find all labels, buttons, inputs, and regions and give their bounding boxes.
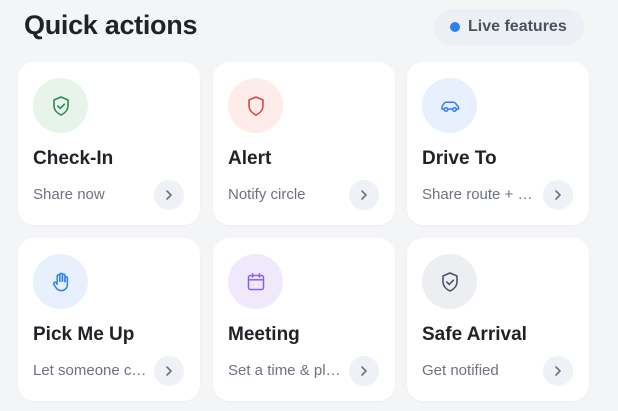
card-subtitle: Get notified — [422, 362, 499, 379]
card-subtitle: Share now — [33, 186, 105, 203]
meeting-icon-circle — [228, 254, 283, 309]
card-title: Safe Arrival — [422, 324, 527, 345]
card-title: Check-In — [33, 148, 114, 169]
live-indicator-dot — [450, 22, 460, 32]
action-card-safe-arrival[interactable]: Safe Arrival Get notified — [407, 238, 589, 401]
action-card-check-in[interactable]: Check-In Share now — [18, 62, 200, 225]
card-title: Meeting — [228, 324, 300, 345]
chevron-right-button[interactable] — [543, 356, 573, 386]
chevron-right-icon — [555, 190, 561, 200]
chevron-right-icon — [361, 190, 367, 200]
quick-actions-header: Quick actions Live features — [0, 0, 618, 56]
chevron-right-button[interactable] — [154, 180, 184, 210]
action-card-pick-me-up[interactable]: Pick Me Up Let someone come to you — [18, 238, 200, 401]
hand-icon — [52, 272, 68, 291]
check-in-icon-circle — [33, 78, 88, 133]
pick-me-up-icon-circle — [33, 254, 88, 309]
calendar-icon — [247, 272, 264, 290]
chevron-right-icon — [361, 366, 367, 376]
chevron-right-icon — [166, 366, 172, 376]
card-subtitle: Share route + ETA — [422, 186, 542, 203]
action-card-meeting[interactable]: Meeting Set a time & place — [213, 238, 395, 401]
card-subtitle: Notify circle — [228, 186, 306, 203]
action-card-alert[interactable]: Alert Notify circle — [213, 62, 395, 225]
chevron-right-button[interactable] — [349, 180, 379, 210]
card-subtitle: Set a time & place — [228, 362, 348, 379]
live-features-pill[interactable]: Live features — [434, 9, 584, 45]
shield-icon — [247, 95, 264, 116]
action-card-drive-to[interactable]: Drive To Share route + ETA — [407, 62, 589, 225]
card-title: Pick Me Up — [33, 324, 135, 345]
chevron-right-icon — [166, 190, 172, 200]
card-title: Alert — [228, 148, 272, 169]
chevron-right-icon — [555, 366, 561, 376]
car-icon — [440, 100, 459, 112]
safe-arrival-icon-circle — [422, 254, 477, 309]
drive-to-icon-circle — [422, 78, 477, 133]
card-subtitle: Let someone come to you — [33, 362, 153, 379]
chevron-right-button[interactable] — [543, 180, 573, 210]
alert-icon-circle — [228, 78, 283, 133]
page-title: Quick actions — [24, 10, 198, 40]
chevron-right-button[interactable] — [349, 356, 379, 386]
chevron-right-button[interactable] — [154, 356, 184, 386]
live-features-label: Live features — [468, 18, 567, 35]
shield-check-icon — [441, 271, 458, 292]
shield-check-icon — [52, 95, 69, 116]
card-title: Drive To — [422, 148, 497, 169]
